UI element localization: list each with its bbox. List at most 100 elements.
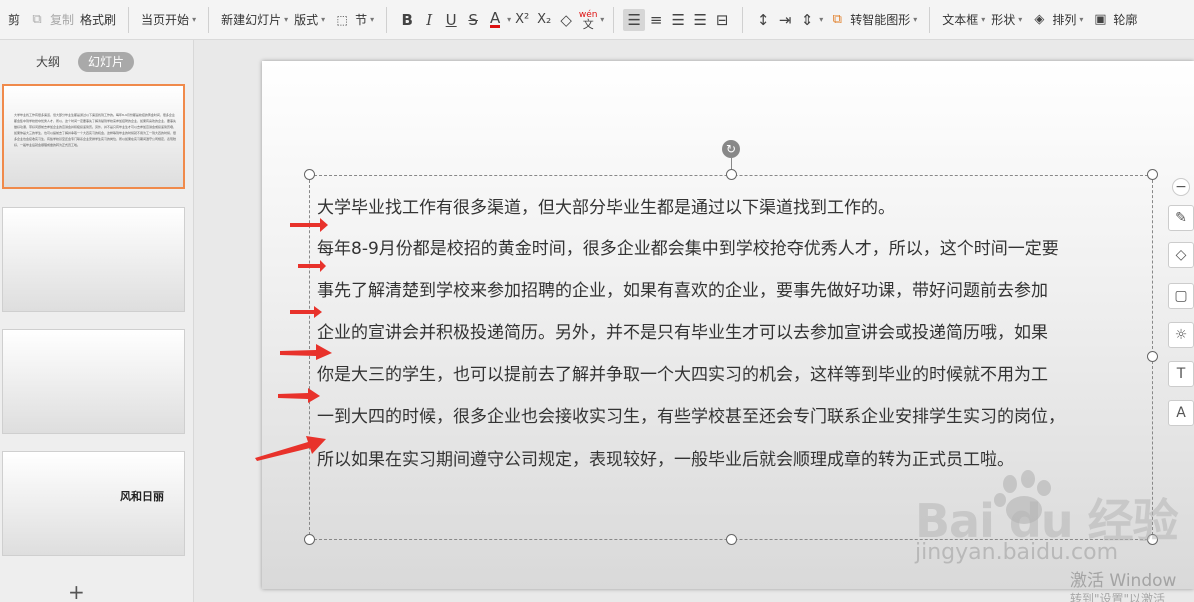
new-slide-button[interactable]: 新建幻灯片 ▾ [218, 8, 291, 32]
panel-tabs: 大纲 幻灯片 [26, 52, 135, 72]
chevron-down-icon: ▾ [1018, 15, 1023, 24]
idea-icon[interactable]: ☼ [1168, 322, 1194, 348]
collapse-icon[interactable]: − [1172, 178, 1190, 196]
align-center-icon[interactable]: ≡ [645, 9, 667, 31]
align-left-icon[interactable]: ☰ [623, 8, 646, 31]
font-format-group: B I U S A ▾ X² X₂ ◇ wén 文 ▾ [391, 0, 609, 39]
divider [128, 6, 130, 33]
text-line-1[interactable]: 大学毕业找工作有很多渠道，但大部分毕业生都是通过以下渠道找到工作的。 [317, 197, 1157, 219]
copy-button[interactable]: ⧉ 复制 [23, 8, 77, 32]
resize-handle-top[interactable] [726, 169, 737, 180]
pinyin-icon[interactable]: wén 文 [577, 9, 599, 31]
underline-icon[interactable]: U [440, 9, 462, 31]
divider [929, 6, 931, 33]
outline-label: 轮廓 [1113, 13, 1138, 27]
text-line-3[interactable]: 事先了解清楚到学校来参加招聘的企业，如果有喜欢的企业，要事先做好功课，带好问题前… [317, 280, 1157, 302]
start-from-current-label: 当页开始 [141, 13, 190, 27]
rotate-handle-icon[interactable]: ↻ [722, 140, 740, 158]
layout-button[interactable]: 版式 ▾ [291, 8, 328, 32]
textbox-button[interactable]: 文本框 ▾ [939, 8, 988, 32]
divider [742, 6, 744, 33]
divider [613, 6, 615, 33]
border-icon[interactable]: ▢ [1168, 283, 1194, 309]
activate-windows-text: 激活 Window [1070, 571, 1177, 591]
resize-handle-bottom-left[interactable] [304, 534, 315, 545]
divider [208, 6, 210, 33]
watermark-site: jingyan.baidu.com [915, 540, 1119, 565]
arrange-label: 排列 [1052, 13, 1077, 27]
justify-icon[interactable]: ☰ [689, 9, 711, 31]
text-effect-icon[interactable]: A [1168, 400, 1194, 426]
chevron-down-icon: ▾ [981, 15, 986, 24]
chevron-down-icon: ▾ [370, 15, 375, 24]
smart-shape-label: 转智能图形 [850, 13, 911, 27]
slide-thumbnail-4[interactable]: 风和日丽 [2, 451, 185, 556]
arrange-button[interactable]: ◈ 排列 ▾ [1025, 8, 1086, 32]
text-line-7[interactable]: 所以如果在实习期间遵守公司规定，表现较好，一般毕业后就会顺理成章的转为正式员工啦… [317, 449, 1157, 471]
line-spacing-icon[interactable]: ↕ [752, 9, 774, 31]
section-label: 节 [355, 13, 368, 27]
activate-windows-subtext: 转到"设置"以激活 [1070, 592, 1166, 602]
outline-button[interactable]: ▣ 轮廓 [1086, 8, 1140, 32]
italic-icon[interactable]: I [418, 9, 440, 31]
format-painter-button[interactable]: 格式刷 [77, 8, 119, 32]
section-icon: ⬚ [336, 12, 348, 27]
chevron-down-icon: ▾ [284, 15, 289, 24]
shape-button[interactable]: 形状 ▾ [988, 8, 1025, 32]
fill-icon[interactable]: ◇ [1168, 242, 1194, 268]
layout-label: 版式 [294, 13, 319, 27]
chevron-down-icon: ▾ [192, 15, 197, 24]
annotation-arrows [255, 218, 332, 461]
smart-shape-button[interactable]: ⧉ 转智能图形 ▾ [823, 8, 920, 32]
chevron-down-icon[interactable]: ▾ [600, 15, 604, 24]
superscript-icon[interactable]: X² [511, 9, 533, 31]
bold-icon[interactable]: B [396, 9, 418, 31]
cut-button[interactable]: 剪 [5, 8, 23, 32]
red-arrow-6 [255, 436, 326, 461]
font-color-icon[interactable]: A [484, 9, 506, 31]
brush-icon[interactable]: ✎ [1168, 205, 1194, 231]
resize-handle-top-right[interactable] [1147, 169, 1158, 180]
red-arrow-5 [278, 388, 320, 403]
resize-handle-bottom[interactable] [726, 534, 737, 545]
chevron-down-icon: ▾ [913, 15, 918, 24]
paragraph-spacing-icon[interactable]: ⇕ [796, 9, 818, 31]
text-line-4[interactable]: 企业的宣讲会并积极投递简历。另外，并不是只有毕业生才可以去参加宣讲会或投递简历哦… [317, 322, 1157, 344]
paragraph-group: ☰ ≡ ☰ ☰ ⊟ [618, 0, 738, 39]
slide-thumbnail-1[interactable]: 大学毕业找工作有很多渠道，但大部分毕业生都是通过以下渠道找到工作的。每年8-9月… [2, 84, 185, 189]
resize-handle-top-left[interactable] [304, 169, 315, 180]
smart-shape-icon: ⧉ [832, 12, 842, 27]
thumbnail-title: 风和日丽 [120, 490, 164, 503]
format-painter-label: 格式刷 [80, 13, 117, 27]
arrange-icon: ◈ [1034, 12, 1045, 27]
subscript-icon[interactable]: X₂ [533, 9, 555, 31]
red-arrow-4 [280, 344, 332, 360]
text-frame-icon[interactable]: T [1168, 361, 1194, 387]
add-slide-button[interactable]: + [68, 580, 85, 602]
distribute-icon[interactable]: ⊟ [711, 9, 733, 31]
tab-slides[interactable]: 幻灯片 [78, 52, 135, 72]
clipboard-group: 剪 ⧉ 复制 格式刷 [0, 0, 124, 39]
textbox-label: 文本框 [942, 13, 979, 27]
text-line-2[interactable]: 每年8-9月份都是校招的黄金时间，很多企业都会集中到学校抢夺优秀人才，所以，这个… [317, 238, 1157, 260]
new-slide-label: 新建幻灯片 [221, 13, 282, 27]
outline-icon: ▣ [1094, 12, 1107, 27]
start-from-current-button[interactable]: 当页开始 ▾ [138, 8, 199, 32]
slide-thumbnail-3[interactable] [2, 329, 185, 434]
resize-handle-right[interactable] [1147, 351, 1158, 362]
section-button[interactable]: ⬚ 节 ▾ [328, 8, 377, 32]
red-arrow-3 [290, 306, 322, 318]
thumbnail-text: 大学毕业找工作有很多渠道，但大部分毕业生都是通过以下渠道找到工作的。每年8-9月… [14, 113, 176, 147]
tab-outline[interactable]: 大纲 [26, 52, 70, 72]
red-arrow-1 [290, 218, 328, 232]
slide-thumbnail-2[interactable] [2, 207, 185, 312]
slide-panel: 大纲 幻灯片 大学毕业找工作有很多渠道，但大部分毕业生都是通过以下渠道找到工作的… [0, 40, 194, 602]
text-line-5[interactable]: 你是大三的学生，也可以提前去了解并争取一个大四实习的机会，这样等到毕业的时候就不… [317, 364, 1157, 386]
shape-label: 形状 [991, 13, 1016, 27]
chevron-down-icon: ▾ [321, 15, 326, 24]
clear-format-icon[interactable]: ◇ [555, 9, 577, 31]
text-line-6[interactable]: 一到大四的时候，很多企业也会接收实习生，有些学校甚至还会专门联系企业安排学生实习… [317, 406, 1157, 428]
indent-icon[interactable]: ⇥ [774, 9, 796, 31]
align-right-icon[interactable]: ☰ [667, 9, 689, 31]
strikethrough-icon[interactable]: S [462, 9, 484, 31]
